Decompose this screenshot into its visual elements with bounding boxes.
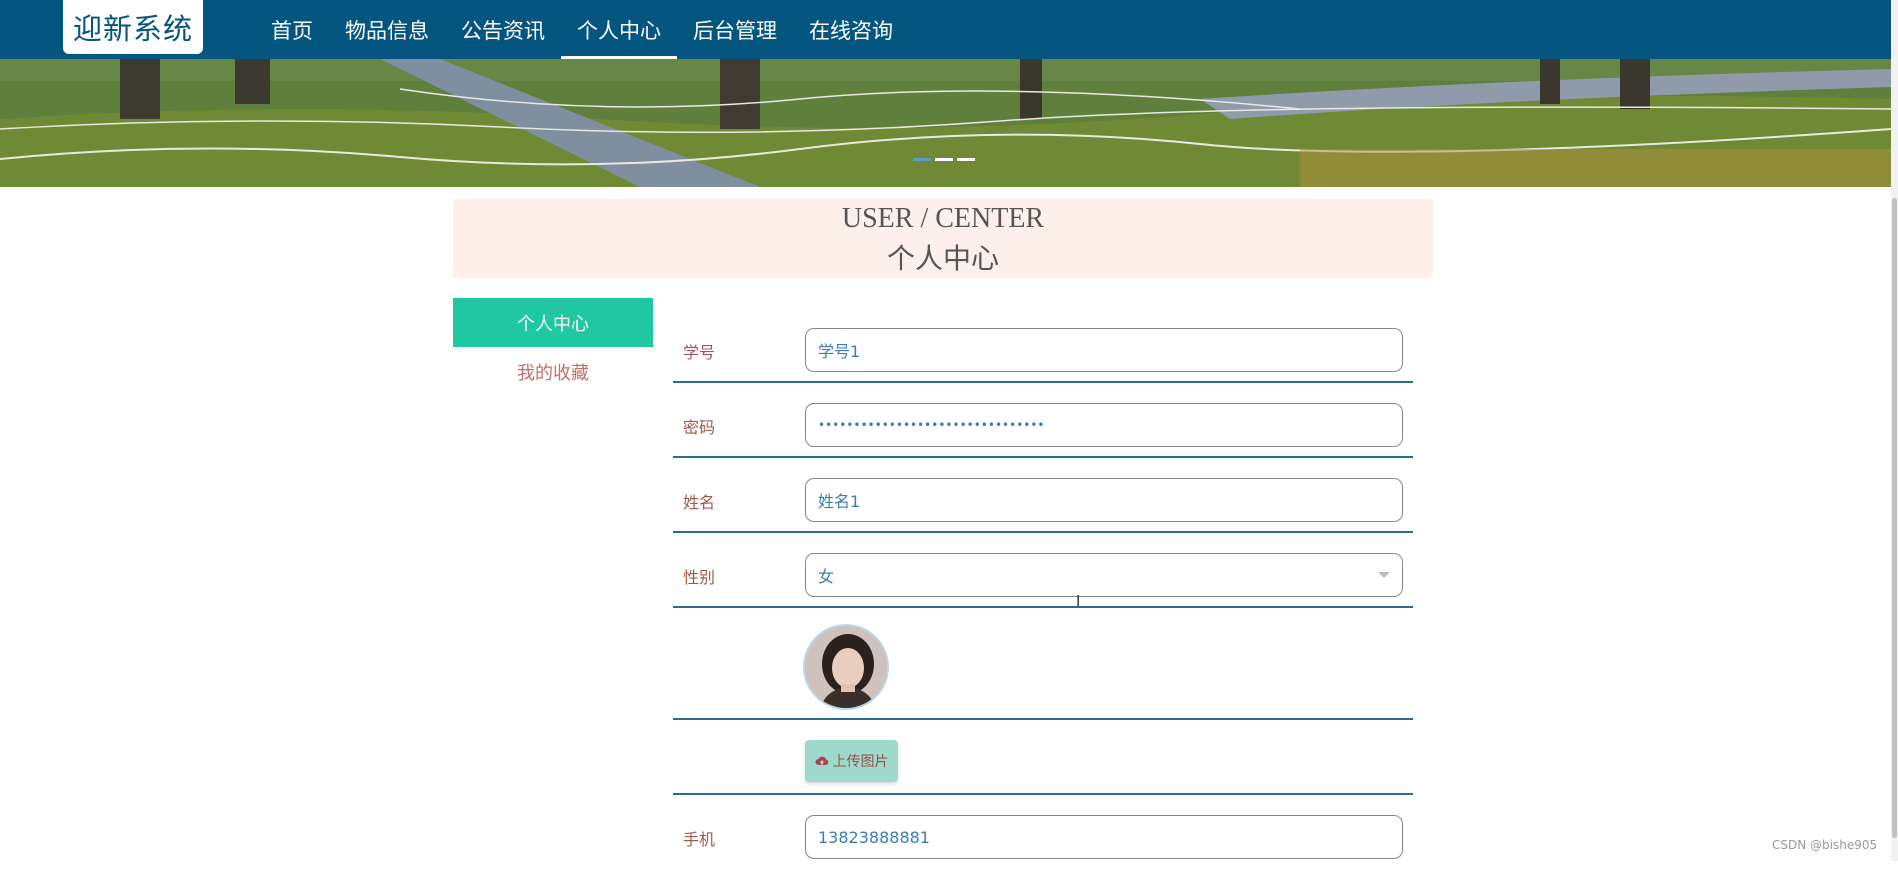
- watermark: CSDN @bishe905: [1772, 838, 1878, 852]
- form-row-student-id: 学号 学号1: [673, 308, 1413, 383]
- nav-announcements-label: 公告资讯: [461, 18, 545, 43]
- main-nav: 首页 物品信息 公告资讯 个人中心 后台管理 在线咨询: [255, 0, 909, 59]
- gender-label: 性别: [683, 568, 716, 587]
- password-input[interactable]: ••••••••••••••••••••••••••••••••: [805, 403, 1403, 447]
- sidebar-item-favorites[interactable]: 我的收藏: [453, 356, 653, 388]
- name-label: 姓名: [683, 493, 716, 512]
- chevron-down-icon: [1378, 572, 1390, 578]
- sidebar-item-label: 个人中心: [517, 313, 589, 335]
- nav-consult[interactable]: 在线咨询: [793, 0, 909, 59]
- carousel-dot-1[interactable]: [913, 158, 931, 161]
- upload-image-button[interactable]: 上传图片: [805, 740, 898, 782]
- sidebar-item-personal-center[interactable]: 个人中心: [453, 298, 653, 347]
- page-title-cn: 个人中心: [886, 244, 999, 275]
- carousel-dot-2[interactable]: [935, 158, 953, 161]
- form-row-phone: 手机 13823888881: [673, 795, 1413, 870]
- phone-input[interactable]: 13823888881: [805, 815, 1403, 859]
- site-logo-text: 迎新系统: [72, 12, 193, 46]
- nav-announcements[interactable]: 公告资讯: [445, 0, 561, 59]
- nav-admin-label: 后台管理: [693, 18, 777, 43]
- avatar-image: [805, 626, 887, 708]
- nav-admin[interactable]: 后台管理: [677, 0, 793, 59]
- upload-image-label: 上传图片: [832, 754, 889, 770]
- gender-value: 女: [818, 567, 835, 586]
- cloud-upload-icon: [815, 756, 828, 765]
- nav-home[interactable]: 首页: [255, 0, 329, 59]
- form-row-gender: 性别 女: [673, 533, 1413, 608]
- sidebar-item-label: 我的收藏: [517, 363, 589, 384]
- banner-carousel[interactable]: [0, 59, 1891, 187]
- site-logo[interactable]: 迎新系统: [63, 0, 203, 54]
- student-id-label: 学号: [683, 343, 716, 362]
- banner-image: [0, 59, 1891, 187]
- text-cursor-icon: I: [1076, 592, 1081, 610]
- student-id-value: 学号1: [818, 342, 861, 361]
- nav-personal-center-label: 个人中心: [577, 18, 661, 43]
- page-title-en: USER / CENTER: [841, 203, 1045, 234]
- password-value: ••••••••••••••••••••••••••••••••: [818, 418, 1045, 432]
- password-label: 密码: [683, 418, 716, 437]
- nav-items-info-label: 物品信息: [345, 18, 429, 43]
- form-row-name: 姓名 姓名1: [673, 458, 1413, 533]
- nav-consult-label: 在线咨询: [809, 18, 893, 43]
- gender-select[interactable]: 女: [805, 553, 1403, 597]
- form-row-upload: 上传图片: [673, 720, 1413, 795]
- form-row-password: 密码 ••••••••••••••••••••••••••••••••: [673, 383, 1413, 458]
- carousel-dots: [913, 158, 975, 161]
- phone-label: 手机: [683, 830, 716, 849]
- avatar: [803, 624, 889, 710]
- nav-items-info[interactable]: 物品信息: [329, 0, 445, 59]
- page-scrollbar-thumb[interactable]: [1892, 198, 1897, 838]
- form-row-avatar: [673, 608, 1413, 720]
- nav-personal-center[interactable]: 个人中心: [561, 0, 677, 59]
- student-id-input[interactable]: 学号1: [805, 328, 1403, 372]
- page-title-block: USER / CENTER 个人中心: [453, 199, 1433, 278]
- name-value: 姓名1: [818, 492, 861, 511]
- name-input[interactable]: 姓名1: [805, 478, 1403, 522]
- phone-value: 13823888881: [818, 827, 930, 847]
- carousel-dot-3[interactable]: [957, 158, 975, 161]
- nav-home-label: 首页: [271, 18, 313, 43]
- top-navbar: 迎新系统 首页 物品信息 公告资讯 个人中心 后台管理 在线咨询: [0, 0, 1898, 59]
